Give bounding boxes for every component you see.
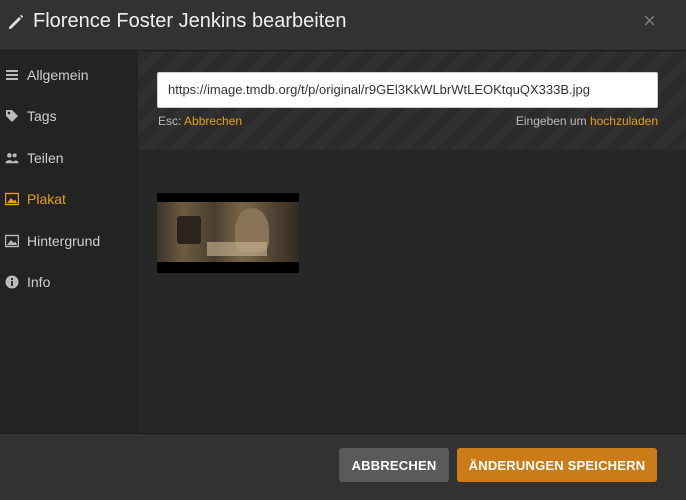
edit-dialog: Florence Foster Jenkins bearbeiten × All… bbox=[0, 0, 686, 500]
dialog-header: Florence Foster Jenkins bearbeiten × bbox=[0, 0, 686, 51]
cancel-button[interactable]: ABBRECHEN bbox=[339, 448, 449, 482]
sidebar-item-teilen[interactable]: Teilen bbox=[0, 140, 138, 176]
sidebar-item-allgemein[interactable]: Allgemein bbox=[0, 57, 138, 93]
upload-link[interactable]: hochzuladen bbox=[590, 114, 658, 128]
sidebar-item-label: Tags bbox=[27, 108, 57, 124]
users-icon bbox=[5, 151, 19, 165]
escape-hint: Esc: Abbrechen bbox=[158, 114, 242, 128]
sidebar-item-label: Info bbox=[27, 274, 51, 290]
poster-thumbnail[interactable] bbox=[157, 193, 299, 273]
sidebar-item-plakat[interactable]: Plakat bbox=[0, 181, 138, 217]
cancel-link[interactable]: Abbrechen bbox=[184, 114, 242, 128]
enter-hint-prefix: Eingeben um bbox=[515, 114, 590, 128]
dialog-footer: ABBRECHEN ÄNDERUNGEN SPEICHERN bbox=[0, 433, 686, 500]
pencil-icon bbox=[9, 14, 24, 29]
sidebar-item-label: Teilen bbox=[27, 150, 64, 166]
dialog-title: Florence Foster Jenkins bearbeiten bbox=[33, 10, 347, 32]
info-icon bbox=[5, 275, 19, 289]
url-upload-area: https://image.tmdb.org/t/p/original/r9GE… bbox=[138, 52, 686, 151]
escape-hint-prefix: Esc: bbox=[158, 114, 185, 128]
sidebar-item-tags[interactable]: Tags bbox=[0, 98, 138, 134]
sidebar-item-label: Plakat bbox=[27, 191, 66, 207]
close-icon[interactable]: × bbox=[643, 10, 656, 32]
sidebar-item-label: Allgemein bbox=[27, 67, 89, 83]
image-url-input[interactable]: https://image.tmdb.org/t/p/original/r9GE… bbox=[157, 72, 658, 108]
sidebar-item-info[interactable]: Info bbox=[0, 264, 138, 300]
poster-panel: https://image.tmdb.org/t/p/original/r9GE… bbox=[138, 52, 686, 433]
tag-icon bbox=[5, 109, 19, 123]
save-changes-button[interactable]: ÄNDERUNGEN SPEICHERN bbox=[457, 448, 657, 482]
picture-icon bbox=[5, 234, 19, 248]
list-icon bbox=[5, 68, 19, 82]
image-icon bbox=[5, 192, 19, 206]
enter-hint: Eingeben um hochzuladen bbox=[516, 114, 658, 128]
sidebar: Allgemein Tags Teilen Plakat Hintergrund bbox=[0, 52, 138, 433]
sidebar-item-hintergrund[interactable]: Hintergrund bbox=[0, 223, 138, 259]
sidebar-item-label: Hintergrund bbox=[27, 233, 101, 249]
poster-image bbox=[157, 202, 299, 262]
